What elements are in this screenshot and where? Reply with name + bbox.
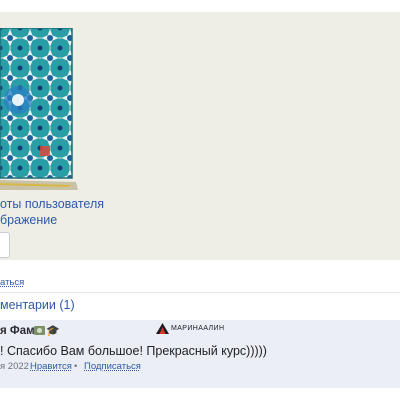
comment-meta: я 2022 Нравится • Подписаться [0, 361, 141, 372]
comment-subscribe-link[interactable]: Подписаться [84, 361, 141, 372]
image-link[interactable]: бражение [0, 213, 57, 227]
comments-header[interactable]: ментарии (1) [0, 298, 75, 312]
comment-date: я 2022 [0, 361, 29, 372]
separator-dot: • [74, 361, 78, 372]
comment-card: я Фам 🎓 МАРИНААЛИН ! Спасибо Вам большое… [0, 320, 400, 388]
subscribe-link[interactable]: аться [0, 277, 24, 288]
divider [0, 292, 400, 293]
graduation-cap-icon: 🎓 [46, 325, 60, 337]
comment-text: ! Спасибо Вам большое! Прекрасный курс))… [0, 344, 267, 358]
tile-artwork-image[interactable] [0, 28, 84, 194]
input-box[interactable] [0, 232, 10, 258]
user-photos-link[interactable]: оты пользователя [0, 197, 104, 211]
page-top-band [0, 0, 400, 12]
comment-author[interactable]: я Фам [0, 325, 35, 337]
brand-logo-icon [156, 322, 169, 334]
like-link[interactable]: Нравится [30, 361, 72, 372]
brand-logo: МАРИНААЛИН [156, 321, 224, 335]
certificate-icon [34, 326, 45, 335]
brand-logo-text: МАРИНААЛИН [171, 324, 225, 332]
